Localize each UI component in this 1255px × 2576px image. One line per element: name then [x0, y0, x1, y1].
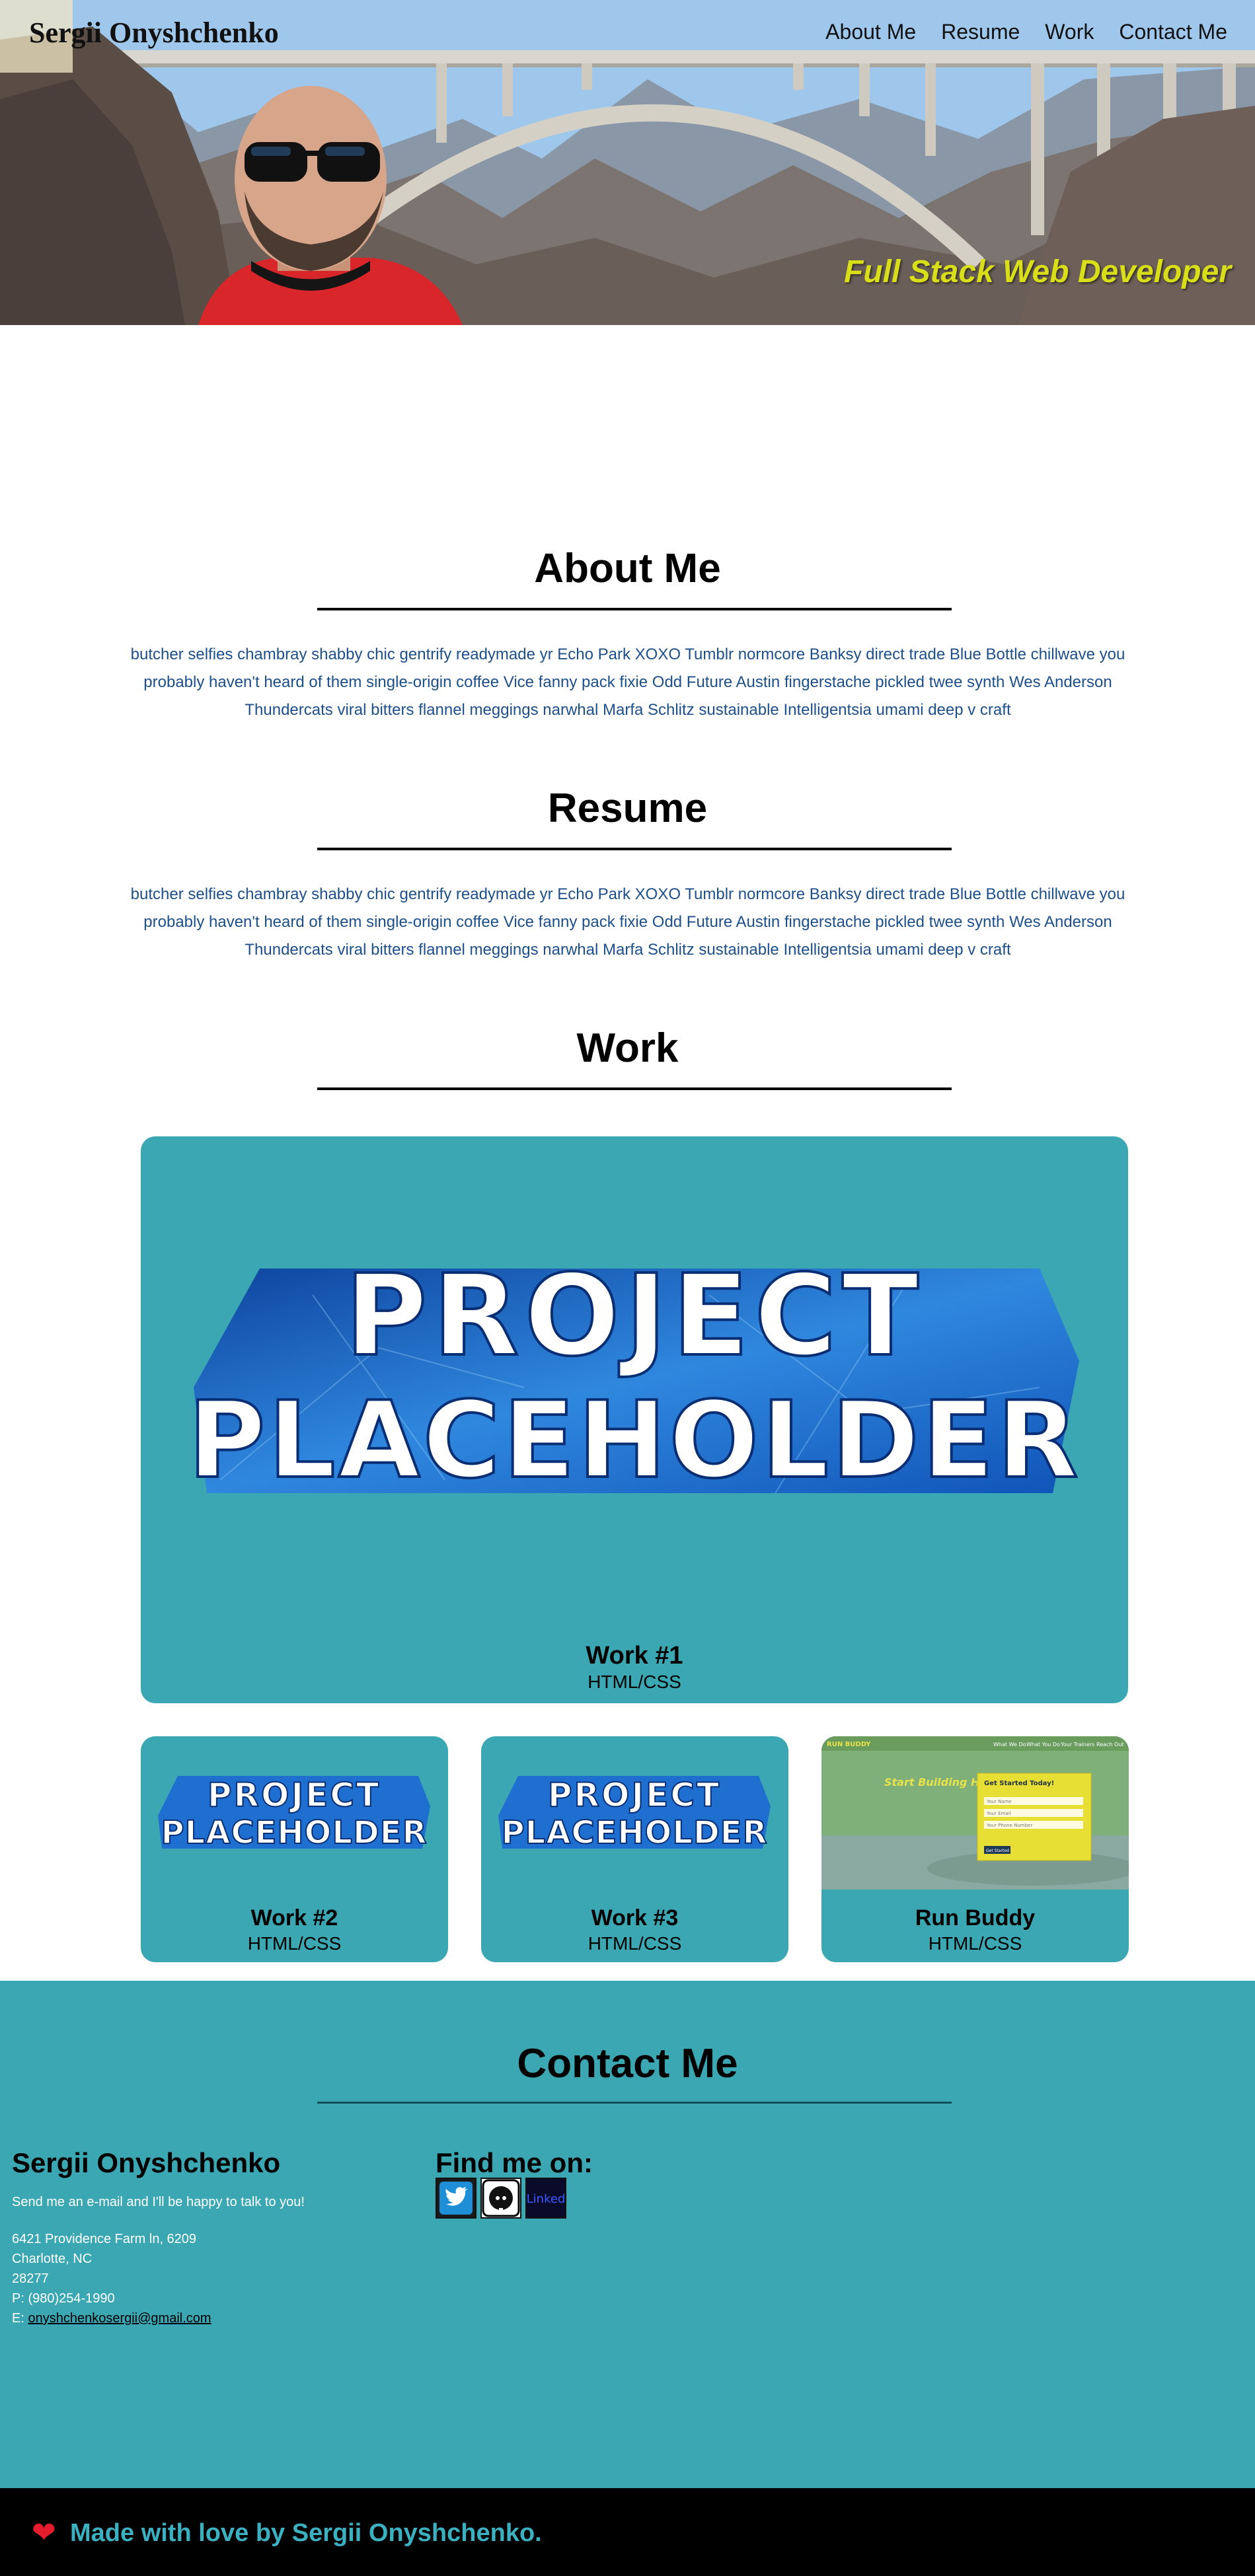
about-title: About Me: [534, 546, 721, 591]
contact-intro: Send me an e-mail and I'll be happy to t…: [12, 2195, 305, 2209]
resume-text: butcher selfies chambray shabby chic gen…: [130, 885, 1125, 959]
placeholder-line-1: PROJECT: [345, 1251, 924, 1381]
work-card-4-tech: HTML/CSS: [928, 1933, 1022, 1954]
linkedin-icon[interactable]: Linked: [525, 2178, 566, 2219]
contact-name: Sergii Onyshchenko: [12, 2147, 281, 2178]
rb-nav-3: Your Trainers: [1060, 1742, 1094, 1748]
rb-field-2: Your Email: [986, 1811, 1011, 1816]
project-placeholder-image: PROJECT PLACEHOLDER: [187, 1249, 1081, 1503]
contact-phone: P: (980)254-1990: [12, 2291, 115, 2306]
rb-nav-2: What You Do: [1026, 1742, 1060, 1748]
work-divider: [317, 1087, 952, 1090]
placeholder-line-2: PLACEHOLDER: [161, 1814, 427, 1851]
placeholder-line-1: PROJECT: [208, 1776, 381, 1814]
rb-button: Get Started: [986, 1849, 1009, 1853]
rb-field-1: Your Name: [986, 1799, 1012, 1804]
work-card-1[interactable]: PROJECT PLACEHOLDER Work #1 HTML/CSS: [141, 1136, 1128, 1703]
contact-email-label: E:: [12, 2311, 28, 2326]
footer-text: Made with love by Sergii Onyshchenko.: [70, 2519, 542, 2547]
rb-field-3: Your Phone Number: [986, 1823, 1032, 1828]
site-footer: ❤ Made with love by Sergii Onyshchenko.: [0, 2488, 1255, 2576]
main-nav: About Me Resume Work Contact Me: [825, 20, 1227, 44]
work-card-run-buddy[interactable]: RUN BUDDY What We Do What You Do Your Tr…: [821, 1736, 1129, 1962]
contact-email-link[interactable]: onyshchenkosergii@gmail.com: [28, 2311, 211, 2326]
contact-address-line-2: Charlotte, NC: [12, 2252, 93, 2266]
social-links: Linked: [436, 2178, 566, 2219]
hero-banner: Sergii Onyshchenko About Me Resume Work …: [0, 0, 1255, 325]
contact-title: Contact Me: [517, 2041, 738, 2086]
hero-tagline: Full Stack Web Developer: [844, 254, 1231, 289]
project-placeholder-image: PROJECT PLACEHOLDER: [498, 1775, 771, 1852]
placeholder-line-1: PROJECT: [548, 1776, 721, 1814]
nav-contact-me[interactable]: Contact Me: [1119, 20, 1227, 44]
contact-section: Contact Me Sergii Onyshchenko Send me an…: [0, 1981, 1255, 2488]
work-card-2-title: Work #2: [250, 1905, 338, 1931]
work-card-1-tech: HTML/CSS: [588, 1672, 681, 1692]
github-icon[interactable]: [480, 2178, 521, 2219]
work-card-2[interactable]: PROJECT PLACEHOLDER Work #2 HTML/CSS: [141, 1736, 448, 1962]
contact-zip: 28277: [12, 2271, 49, 2286]
nav-work[interactable]: Work: [1045, 20, 1094, 44]
placeholder-line-2: PLACEHOLDER: [501, 1814, 767, 1851]
work-card-3[interactable]: PROJECT PLACEHOLDER Work #3 HTML/CSS: [481, 1736, 788, 1962]
run-buddy-screenshot: RUN BUDDY What We Do What You Do Your Tr…: [821, 1736, 1129, 1890]
rb-logo: RUN BUDDY: [827, 1741, 871, 1748]
project-placeholder-image: PROJECT PLACEHOLDER: [158, 1775, 430, 1852]
resume-title: Resume: [547, 786, 708, 831]
nav-about-me[interactable]: About Me: [825, 20, 916, 44]
heart-icon: ❤: [32, 2517, 56, 2549]
work-title: Work: [576, 1025, 679, 1071]
rb-nav-1: What We Do: [993, 1742, 1026, 1748]
rb-nav-4: Reach Out: [1096, 1742, 1124, 1748]
rb-form-title: Get Started Today!: [984, 1780, 1054, 1787]
work-card-4-title: Run Buddy: [915, 1905, 1036, 1931]
work-card-3-tech: HTML/CSS: [588, 1933, 682, 1954]
twitter-icon[interactable]: [436, 2178, 476, 2219]
about-text: butcher selfies chambray shabby chic gen…: [130, 645, 1125, 719]
nav-resume[interactable]: Resume: [941, 20, 1020, 44]
contact-email-row: E: onyshchenkosergii@gmail.com: [12, 2311, 211, 2326]
contact-address-line-1: 6421 Providence Farm ln, 6209: [12, 2232, 197, 2246]
about-divider: [317, 608, 952, 610]
site-brand[interactable]: Sergii Onyshchenko: [29, 16, 279, 50]
work-card-3-title: Work #3: [591, 1905, 679, 1931]
resume-divider: [317, 848, 952, 850]
svg-text:Linked: Linked: [527, 2192, 565, 2206]
find-me-heading: Find me on:: [436, 2147, 593, 2178]
contact-divider: [317, 2102, 952, 2104]
work-card-1-title: Work #1: [586, 1642, 683, 1670]
work-card-2-tech: HTML/CSS: [247, 1933, 342, 1954]
placeholder-line-2: PLACEHOLDER: [188, 1378, 1081, 1502]
